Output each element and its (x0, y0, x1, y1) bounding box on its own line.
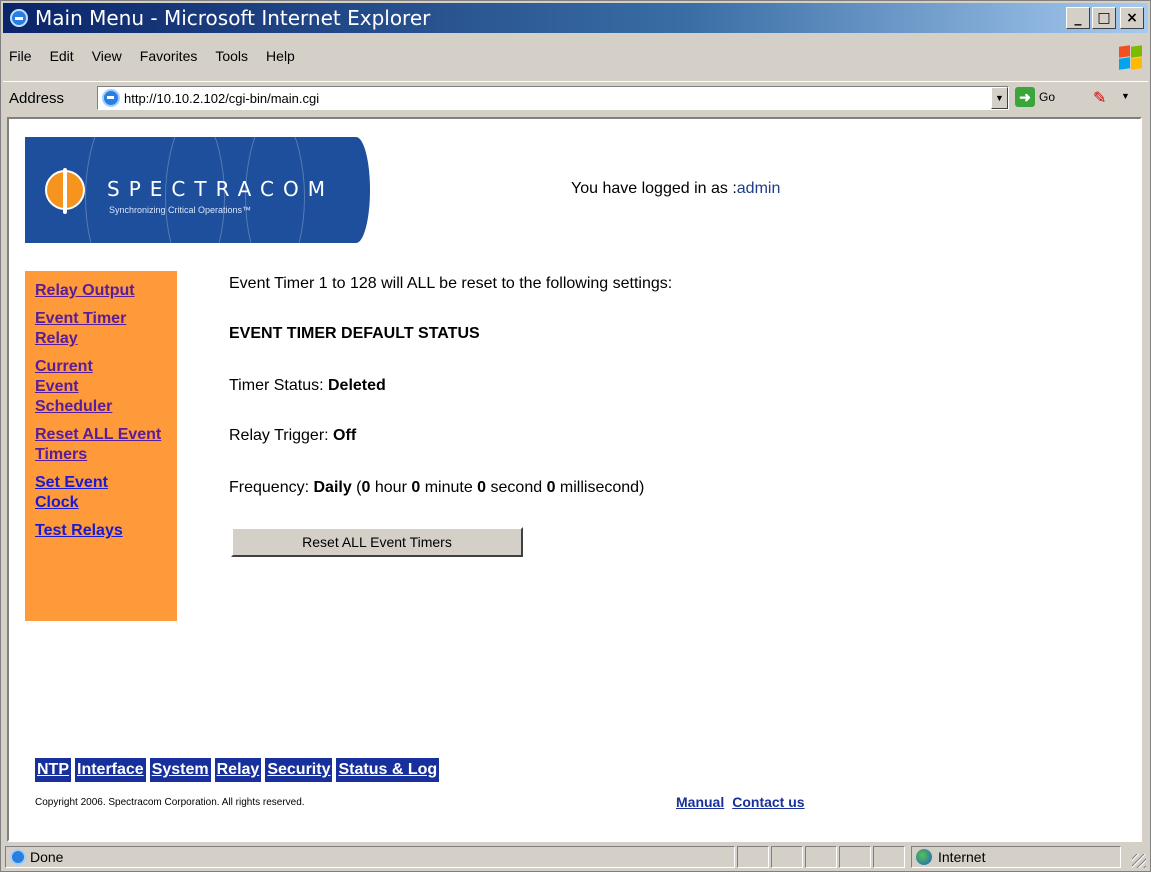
page-viewport: SPECTRACOM Synchronizing Critical Operat… (7, 117, 1142, 842)
freq-second: 0 (477, 479, 487, 496)
sidebar-item-relay-output[interactable]: Relay Output (35, 281, 167, 301)
go-button[interactable]: ➜ Go (1015, 87, 1055, 107)
title-bar[interactable]: Main Menu - Microsoft Internet Explorer … (3, 3, 1148, 33)
zone-text: Internet (938, 849, 986, 865)
menu-edit[interactable]: Edit (50, 48, 74, 64)
sidebar-item-set-event-clock[interactable]: Set Event Clock (35, 473, 145, 513)
maximize-button[interactable]: □ (1092, 7, 1116, 29)
minute-unit: minute (420, 479, 478, 496)
status-panel: Done (5, 846, 735, 868)
status-cell (873, 846, 905, 868)
login-user: admin (736, 180, 781, 197)
millisecond-unit: millisecond) (555, 479, 645, 496)
frequency-value: Daily (313, 479, 352, 496)
status-text: Done (30, 849, 64, 865)
nav-security[interactable]: Security (265, 758, 333, 782)
status-cell (839, 846, 871, 868)
manual-link[interactable]: Manual (676, 794, 724, 810)
window-title: Main Menu - Microsoft Internet Explorer (35, 6, 431, 30)
login-prefix: You have logged in as : (571, 180, 737, 197)
reset-all-event-timers-button[interactable]: Reset ALL Event Timers (231, 527, 523, 557)
timer-status-line: Timer Status: Deleted (229, 377, 386, 395)
page-heading: EVENT TIMER DEFAULT STATUS (229, 325, 480, 342)
globe-icon (916, 849, 932, 865)
hour-unit: hour (370, 479, 412, 496)
nav-interface[interactable]: Interface (75, 758, 146, 782)
sidebar-item-test-relays[interactable]: Test Relays (35, 521, 167, 541)
address-url: http://10.10.2.102/cgi-bin/main.cgi (124, 90, 320, 106)
sidebar-item-event-timer-relay[interactable]: Event Timer Relay (35, 309, 160, 349)
bottom-nav: NTP Interface System Relay Security Stat… (35, 758, 440, 782)
close-button[interactable]: × (1120, 7, 1144, 29)
address-input[interactable]: http://10.10.2.102/cgi-bin/main.cgi ▼ (97, 86, 1009, 110)
contact-link[interactable]: Contact us (732, 794, 804, 810)
menu-favorites[interactable]: Favorites (140, 48, 198, 64)
status-cell (771, 846, 803, 868)
ie-icon (9, 8, 29, 28)
address-label: Address (9, 90, 65, 107)
chevron-down-icon[interactable]: ▼ (1121, 91, 1130, 101)
windows-logo-icon (1118, 45, 1144, 71)
page-status-icon (10, 849, 26, 865)
logo-name: SPECTRACOM (107, 177, 334, 201)
nav-system[interactable]: System (149, 758, 211, 782)
logo-mark-icon (45, 168, 85, 214)
menu-bar: File Edit View Favorites Tools Help (3, 35, 1148, 79)
menu-help[interactable]: Help (266, 48, 295, 64)
spectracom-logo: SPECTRACOM Synchronizing Critical Operat… (25, 137, 370, 243)
frequency-label: Frequency: (229, 479, 314, 496)
frequency-line: Frequency: Daily (0 hour 0 minute 0 seco… (229, 479, 645, 496)
side-menu: Relay Output Event Timer Relay Current E… (25, 271, 177, 621)
copyright-text: Copyright 2006. Spectracom Corporation. … (35, 797, 305, 808)
second-unit: second (486, 479, 547, 496)
address-bar: Address http://10.10.2.102/cgi-bin/main.… (3, 81, 1148, 115)
sidebar-item-reset-all-event-timers[interactable]: Reset ALL Event Timers (35, 425, 175, 465)
logo-tagline: Synchronizing Critical Operations™ (109, 205, 252, 215)
menu-tools[interactable]: Tools (215, 48, 248, 64)
footer-links: Manual Contact us (676, 794, 805, 810)
go-label: Go (1039, 90, 1056, 104)
research-icon[interactable]: ✎ (1093, 88, 1106, 108)
nav-ntp[interactable]: NTP (35, 758, 71, 782)
status-cell (737, 846, 769, 868)
status-bar: Done Internet (3, 844, 1148, 870)
login-message: You have logged in as :admin (571, 180, 780, 198)
browser-window: Main Menu - Microsoft Internet Explorer … (0, 0, 1151, 872)
relay-trigger-label: Relay Trigger: (229, 427, 334, 444)
nav-status-log[interactable]: Status & Log (336, 758, 440, 782)
relay-trigger-value: Off (333, 427, 357, 444)
status-cell (805, 846, 837, 868)
minimize-button[interactable]: _ (1066, 7, 1090, 29)
resize-grip[interactable] (1132, 854, 1146, 868)
timer-status-value: Deleted (327, 377, 386, 394)
page-icon (102, 89, 120, 107)
menu-view[interactable]: View (92, 48, 122, 64)
nav-relay[interactable]: Relay (214, 758, 262, 782)
menu-file[interactable]: File (9, 48, 32, 64)
address-dropdown-icon[interactable]: ▼ (991, 87, 1008, 109)
relay-trigger-line: Relay Trigger: Off (229, 427, 356, 445)
timer-status-label: Timer Status: (229, 377, 328, 394)
freq-minute: 0 (411, 479, 421, 496)
intro-text: Event Timer 1 to 128 will ALL be reset t… (229, 275, 673, 292)
sidebar-item-current-event-scheduler[interactable]: Current Event Scheduler (35, 357, 125, 417)
go-arrow-icon: ➜ (1015, 87, 1035, 107)
security-zone: Internet (911, 846, 1121, 868)
